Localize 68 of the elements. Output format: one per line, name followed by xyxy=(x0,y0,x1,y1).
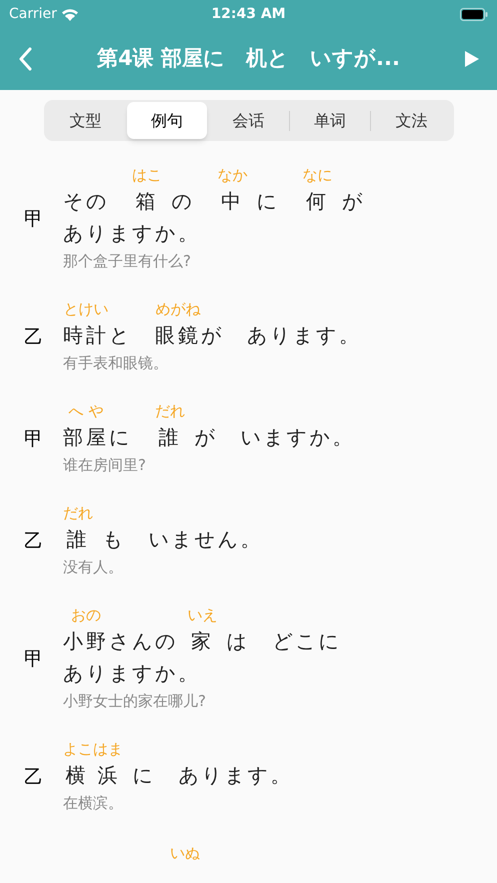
sentence-word: 誰 xyxy=(66,526,90,553)
sentence-word: に xyxy=(131,762,156,789)
sentence-word: あります。 xyxy=(178,762,294,789)
carrier-label: Carrier xyxy=(9,4,57,24)
play-icon xyxy=(464,51,479,67)
sentence-word: が xyxy=(341,188,366,215)
speaker-label: 甲 xyxy=(23,206,44,232)
translation-text: 有手表和眼镜。 xyxy=(63,353,169,374)
sentence-word: が xyxy=(193,424,218,451)
sentence-word: は xyxy=(226,628,251,655)
translation-text: 小野女士的家在哪儿? xyxy=(63,691,207,712)
sentence-word: いますか。 xyxy=(240,424,356,451)
sentence-word: 眼鏡 xyxy=(155,322,201,349)
sentence-word: その xyxy=(63,188,110,215)
segment-tab[interactable]: 文法 xyxy=(371,102,452,139)
sentence-word: ますか。 xyxy=(109,220,201,247)
translation-text: 谁在房间里? xyxy=(63,455,147,476)
sentence-word: が xyxy=(201,322,225,349)
sentence-word: も xyxy=(101,526,126,553)
segment-tab[interactable]: 会话 xyxy=(208,102,289,139)
furigana: めがね xyxy=(156,299,200,319)
wifi-icon xyxy=(60,8,79,20)
segment-tab[interactable]: 例句 xyxy=(126,102,208,139)
sentence-word: あり xyxy=(63,220,109,247)
sentence-word: の xyxy=(170,188,196,215)
sentence-word: 箱 xyxy=(136,188,158,215)
status-time: 12:43 AM xyxy=(211,4,286,24)
sentence-word: あります xyxy=(63,660,155,687)
speaker-label: 乙 xyxy=(23,324,44,350)
battery-icon xyxy=(460,8,488,20)
furigana: はこ xyxy=(132,165,162,185)
sentence-word: 横 浜 xyxy=(65,762,121,789)
sentence-word: 部屋 xyxy=(63,424,109,451)
furigana: いえ xyxy=(187,605,218,625)
translation-text: 那个盒子里有什么? xyxy=(63,251,192,272)
sentence-word: いません。 xyxy=(148,526,264,553)
furigana: だれ xyxy=(63,503,93,523)
sentence-word: どこに xyxy=(272,628,343,655)
furigana: いぬ xyxy=(170,844,200,862)
segment-tab[interactable]: 文型 xyxy=(46,102,126,139)
furigana: なに xyxy=(302,165,333,185)
speaker-label: 乙 xyxy=(23,528,44,554)
sentence-word: 小野 xyxy=(63,628,109,655)
sentence-word: 中 xyxy=(220,188,244,215)
sentence-word: 時計 xyxy=(63,322,109,349)
furigana: おの xyxy=(71,605,101,625)
lesson-title: 第4课 部屋に 机と いすが... xyxy=(97,45,400,72)
sentence-word: 何 xyxy=(306,188,330,215)
speaker-label: 甲 xyxy=(23,426,44,452)
sentence-word: さんの xyxy=(109,628,179,655)
sentence-word: に xyxy=(109,424,133,451)
furigana: とけい xyxy=(64,299,108,319)
furigana: だれ xyxy=(155,401,185,421)
furigana: へ や xyxy=(68,401,104,421)
segment-tab[interactable]: 单词 xyxy=(290,102,370,139)
furigana: なか xyxy=(217,165,248,185)
speaker-label: 甲 xyxy=(23,646,44,672)
furigana: よこはま xyxy=(63,739,123,759)
sentence-word: と xyxy=(109,322,133,349)
speaker-label: 乙 xyxy=(23,764,44,790)
translation-text: 在横滨。 xyxy=(63,793,124,814)
sentence-word: か。 xyxy=(155,660,201,687)
sentence-word: 誰 xyxy=(158,424,182,451)
sentence-word: あります。 xyxy=(247,322,362,349)
sentence-word: 家 xyxy=(190,628,214,655)
translation-text: 没有人。 xyxy=(63,557,124,578)
sentence-word: に xyxy=(256,188,281,215)
back-icon xyxy=(18,47,32,71)
